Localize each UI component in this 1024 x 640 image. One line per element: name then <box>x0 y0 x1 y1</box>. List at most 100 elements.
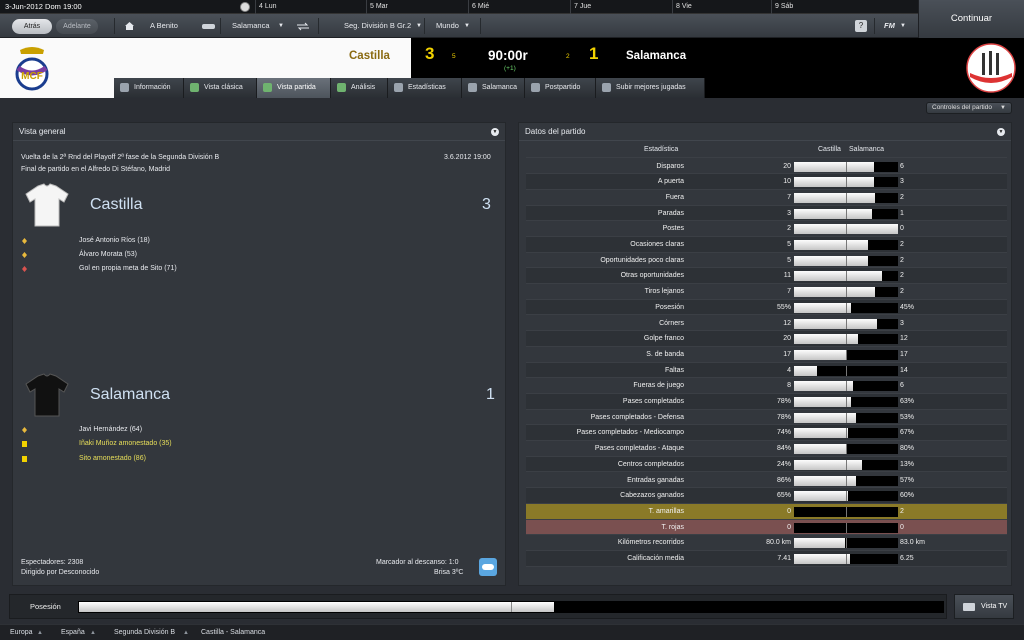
tab-informacion[interactable]: Información <box>114 78 184 98</box>
own-goal-icon <box>22 266 27 272</box>
club-menu[interactable]: Salamanca <box>232 14 270 38</box>
stat-row: Golpe franco 20 12 <box>526 331 1007 347</box>
stat-home-share-fill <box>794 365 817 376</box>
stats-header-row: Estadística Castilla Salamanca <box>526 143 1007 158</box>
tab-vista-clasica[interactable]: Vista clásica <box>184 78 257 98</box>
stat-comparison-bar <box>794 302 898 313</box>
navigation-bar: Atrás Adelante A Benito Salamanca ▼ Seg.… <box>0 14 918 38</box>
stat-comparison-bar <box>794 538 898 549</box>
stat-away-value: 6.25 <box>900 555 914 562</box>
stat-home-value: 12 <box>783 319 791 327</box>
breadcrumb-item[interactable]: España <box>61 629 85 636</box>
stat-label: Entradas ganadas <box>627 476 684 484</box>
tab-subir-mejores-jugadas[interactable]: Subir mejores jugadas <box>596 78 705 98</box>
salamanca-crest-icon <box>966 43 1016 93</box>
stat-away-value: 6 <box>900 382 904 390</box>
stat-home-value: 20 <box>783 162 791 170</box>
competition-menu[interactable]: Seg. División B Gr.2 <box>344 14 411 38</box>
stat-away-value: 6 <box>900 162 904 170</box>
fm-menu[interactable]: FM <box>884 14 895 38</box>
stat-home-value: 3 <box>787 209 791 217</box>
tab-vista-partida[interactable]: Vista partida <box>257 78 331 98</box>
breadcrumb-item[interactable]: Castilla - Salamanca <box>201 629 265 636</box>
calendar-day[interactable]: 4 Lun <box>255 0 355 14</box>
stat-home-share-fill <box>794 177 875 188</box>
team-icon <box>468 83 477 92</box>
chevron-down-icon: ▼ <box>416 23 422 29</box>
real-madrid-crest-icon: MCF <box>15 47 49 91</box>
stat-label: Pases completados - Defensa <box>590 413 684 421</box>
calendar-day[interactable]: 8 Vie <box>672 0 772 14</box>
home-icon[interactable] <box>124 21 135 31</box>
tab-postpartido[interactable]: Postpartido <box>525 78 596 98</box>
whistle-icon <box>531 83 540 92</box>
stat-row: Pases completados 78% 63% <box>526 394 1007 410</box>
stat-label: Paradas <box>657 209 684 217</box>
stat-comparison-bar <box>794 412 898 423</box>
svg-text:MCF: MCF <box>21 71 43 82</box>
referee: Dirigido por Desconocido <box>21 569 100 576</box>
sofa-icon[interactable] <box>202 22 215 30</box>
stat-label: Faltas <box>664 366 684 374</box>
stat-home-value: 7.41 <box>777 555 791 562</box>
stat-row: Posesión 55% 45% <box>526 299 1007 316</box>
stat-label: Posesión <box>655 303 684 311</box>
stat-home-share-fill <box>794 161 875 172</box>
stat-home-value: 65% <box>776 492 791 500</box>
collapse-icon[interactable]: ▼ <box>491 128 499 136</box>
stat-home-value: 20 <box>783 335 791 343</box>
manager-menu[interactable]: A Benito <box>150 14 178 38</box>
away-kit-icon <box>25 373 69 417</box>
stat-home-share-fill <box>794 334 859 345</box>
away-team-name: Salamanca <box>626 50 687 62</box>
help-button[interactable]: ? <box>855 20 867 32</box>
breadcrumb: Europa ▲ España ▲ Segunda División B ▲ C… <box>0 624 1024 640</box>
breadcrumb-item[interactable]: Europa <box>10 629 33 636</box>
stat-away-value: 2 <box>900 288 904 296</box>
tab-estadisticas[interactable]: Estadísticas <box>388 78 462 98</box>
stat-label: Fueras de juego <box>633 382 684 390</box>
stat-comparison-bar <box>794 491 898 502</box>
swap-icon[interactable] <box>296 22 310 31</box>
stat-label: Disparos <box>656 162 684 170</box>
possession-label: Posesión <box>30 602 61 611</box>
stat-home-share-fill <box>794 538 845 549</box>
continue-button[interactable]: Continuar <box>918 0 1024 38</box>
world-menu[interactable]: Mundo <box>436 14 459 38</box>
tv-view-button[interactable]: Vista TV <box>954 594 1014 619</box>
stat-label: T. rojas <box>661 523 684 531</box>
chevron-down-icon: ▼ <box>278 23 284 29</box>
stat-label: Calificación media <box>627 555 684 562</box>
stat-label: Centros completados <box>617 460 684 468</box>
goal-icon <box>22 427 27 433</box>
stat-row: T. amarillas 0 2 <box>526 503 1007 520</box>
stat-label: Pases completados - Mediocampo <box>576 429 684 437</box>
tab-analisis[interactable]: Análisis <box>331 78 388 98</box>
stat-away-value: 83.0 km <box>900 539 925 547</box>
calendar-day[interactable]: 6 Mié <box>468 0 568 14</box>
calendar-day[interactable]: 9 Sáb <box>771 0 918 14</box>
stat-label: Ocasiones claras <box>630 241 684 248</box>
match-datetime: 3.6.2012 19:00 <box>444 154 491 161</box>
calendar-day[interactable]: 7 Jue <box>570 0 670 14</box>
stat-away-value: 2 <box>900 256 904 264</box>
stat-comparison-bar <box>794 459 898 470</box>
stat-away-value: 53% <box>900 413 915 421</box>
goal-icon <box>22 252 27 258</box>
back-button[interactable]: Atrás <box>12 19 52 34</box>
forward-button[interactable]: Adelante <box>56 19 98 34</box>
stat-home-value: 84% <box>776 445 791 453</box>
collapse-icon[interactable]: ▼ <box>997 128 1005 136</box>
stat-comparison-bar <box>794 397 898 407</box>
home-team-name: Castilla <box>349 50 390 62</box>
stat-home-value: 0 <box>787 507 791 515</box>
tab-salamanca[interactable]: Salamanca <box>462 78 525 98</box>
stat-away-value: 13% <box>900 460 915 468</box>
home-event: José Antonio Ríos (18) <box>79 237 150 244</box>
away-shots-on-target: 2 <box>566 53 570 60</box>
calendar-day[interactable]: 5 Mar <box>366 0 466 14</box>
match-controls-dropdown[interactable]: Controles del partido ▼ <box>926 102 1012 114</box>
analysis-icon <box>337 83 346 92</box>
breadcrumb-item[interactable]: Segunda División B <box>114 629 175 636</box>
stat-row: Pases completados - Mediocampo 74% 67% <box>526 425 1007 442</box>
